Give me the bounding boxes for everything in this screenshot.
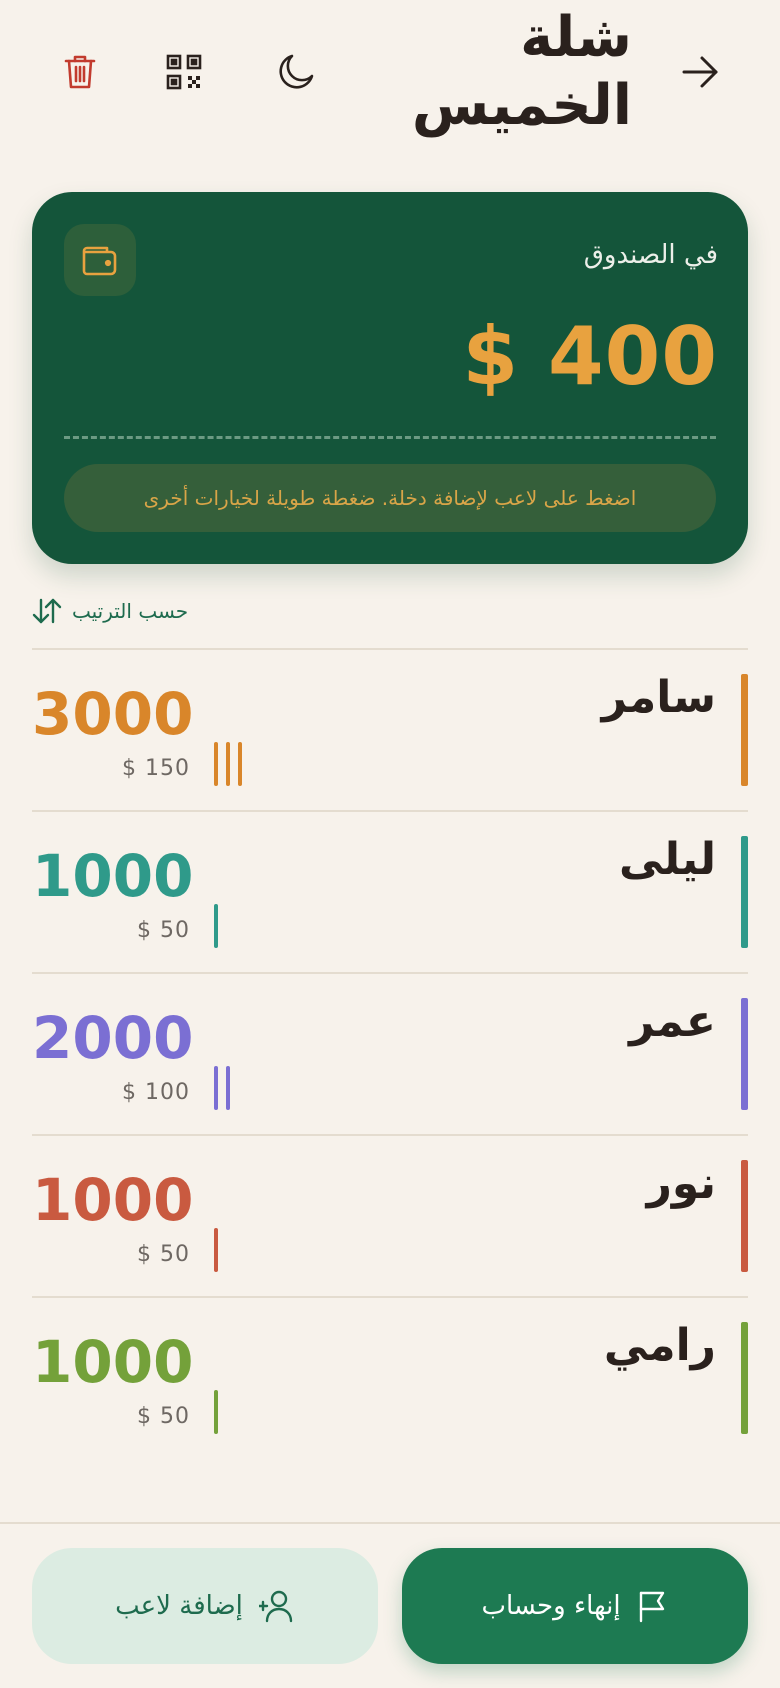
qr-code-icon — [166, 54, 202, 90]
player-score: 2000 — [32, 1004, 194, 1072]
player-name: ليلى — [619, 834, 716, 885]
sort-arrows-icon — [32, 598, 62, 624]
player-money: $ 100 — [122, 1080, 190, 1105]
player-money: $ 50 — [137, 1242, 190, 1267]
trash-icon — [64, 55, 96, 89]
player-entries — [214, 1390, 218, 1434]
moon-icon — [279, 54, 314, 89]
entry-tick — [214, 1066, 218, 1110]
player-name: عمر — [629, 996, 716, 1047]
sort-toggle[interactable]: حسب الترتيب — [32, 598, 188, 624]
sort-label: حسب الترتيب — [72, 599, 189, 623]
entry-tick — [214, 742, 218, 786]
flag-icon — [639, 1591, 664, 1623]
theme-toggle-button[interactable] — [264, 40, 328, 104]
fund-divider — [64, 436, 716, 439]
player-entries — [214, 1228, 218, 1272]
player-color-bar — [741, 1160, 748, 1272]
player-money: $ 50 — [137, 1404, 190, 1429]
entry-tick — [226, 742, 230, 786]
add-player-label: إضافة لاعب — [115, 1591, 243, 1621]
player-entries — [214, 1066, 230, 1110]
player-score: 1000 — [32, 842, 194, 910]
page-title: شلة الخميس — [411, 5, 632, 138]
finish-label: إنهاء وحساب — [481, 1591, 621, 1621]
player-list: سامر 3000 $ 150 ليلى 1000 $ 50 عمر 2000 … — [32, 648, 748, 1458]
player-color-bar — [741, 998, 748, 1110]
player-money: $ 150 — [122, 756, 190, 781]
delete-button[interactable] — [48, 40, 112, 104]
fund-card: في الصندوق $ 400 اضغط على لاعب لإضافة دخ… — [32, 192, 748, 564]
player-color-bar — [741, 836, 748, 948]
entry-tick — [226, 1066, 230, 1110]
bottom-divider — [0, 1522, 780, 1524]
wallet-badge — [64, 224, 136, 296]
player-score: 3000 — [32, 680, 194, 748]
entry-tick — [214, 1390, 218, 1434]
entry-tick — [214, 1228, 218, 1272]
player-name: نور — [646, 1158, 716, 1209]
fund-amount: $ 400 — [462, 310, 718, 403]
entry-tick — [238, 742, 242, 786]
player-row[interactable]: عمر 2000 $ 100 — [32, 972, 748, 1134]
fund-label: في الصندوق — [583, 240, 718, 270]
player-row[interactable]: نور 1000 $ 50 — [32, 1134, 748, 1296]
add-player-button[interactable]: إضافة لاعب — [32, 1548, 378, 1664]
player-name: رامي — [603, 1320, 716, 1371]
player-color-bar — [741, 1322, 748, 1434]
player-color-bar — [741, 674, 748, 786]
player-money: $ 50 — [137, 918, 190, 943]
player-row[interactable]: سامر 3000 $ 150 — [32, 648, 748, 810]
player-row[interactable]: رامي 1000 $ 50 — [32, 1296, 748, 1458]
wallet-icon — [82, 246, 117, 276]
entry-tick — [214, 904, 218, 948]
player-score: 1000 — [32, 1166, 194, 1234]
app-header: شلة الخميس — [0, 0, 780, 170]
finish-button[interactable]: إنهاء وحساب — [402, 1548, 748, 1664]
back-button[interactable] — [668, 40, 732, 104]
player-row[interactable]: ليلى 1000 $ 50 — [32, 810, 748, 972]
arrow-right-icon — [682, 56, 718, 88]
qr-code-button[interactable] — [152, 40, 216, 104]
player-entries — [214, 904, 218, 948]
player-name: سامر — [601, 672, 716, 723]
add-user-icon — [258, 1590, 293, 1623]
player-entries — [214, 742, 242, 786]
player-score: 1000 — [32, 1328, 194, 1396]
fund-hint: اضغط على لاعب لإضافة دخلة. ضغطة طويلة لخ… — [64, 464, 716, 532]
